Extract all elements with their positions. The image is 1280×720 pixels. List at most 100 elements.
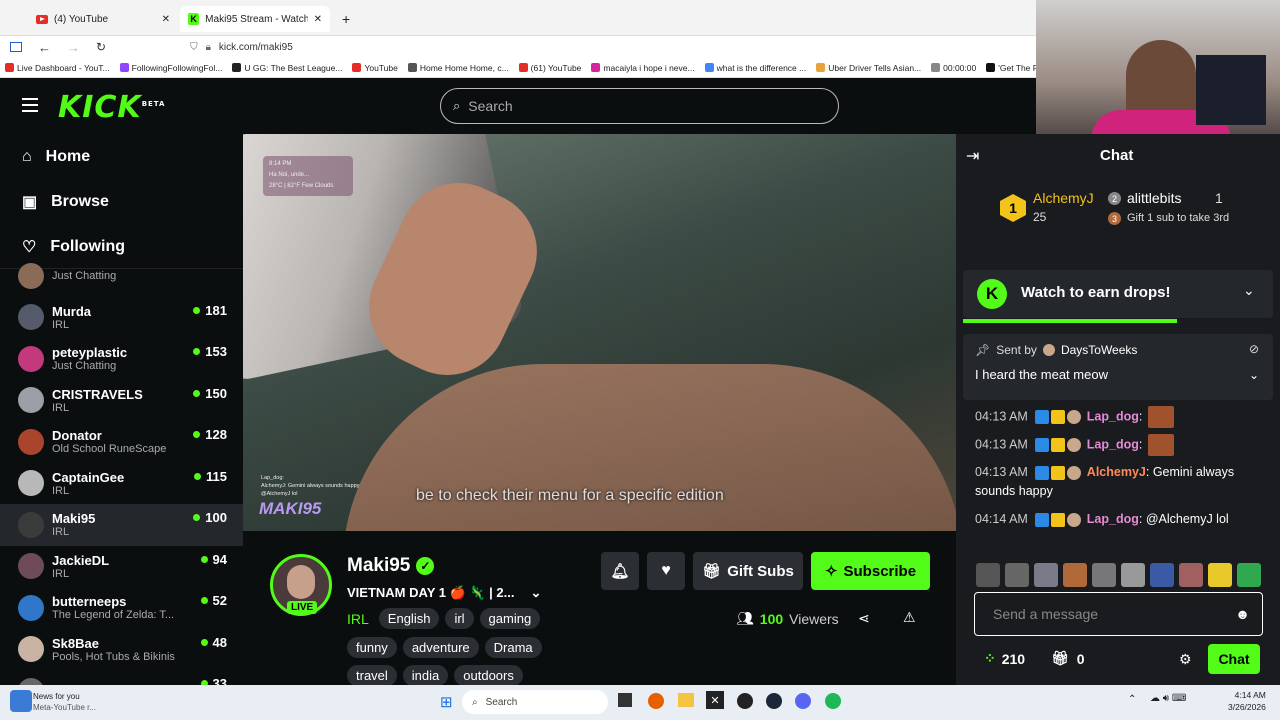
news-widget[interactable]: News for you Meta-YouTube r...: [33, 691, 96, 713]
emote-icon[interactable]: [1034, 563, 1058, 587]
windows-start-icon[interactable]: ⊞: [440, 693, 453, 711]
sidebar-channel[interactable]: Just Chatting: [0, 255, 243, 297]
chevron-down-icon[interactable]: ⌄: [1243, 282, 1255, 299]
notification-bell-button[interactable]: 🔔︎: [601, 552, 639, 590]
task-view-icon[interactable]: [618, 693, 632, 707]
spotify-icon[interactable]: [825, 693, 841, 709]
emote-icon[interactable]: [1005, 563, 1029, 587]
bookmark[interactable]: (61) YouTube: [514, 63, 587, 73]
bookmark[interactable]: Home Home Home, c...: [403, 63, 514, 73]
emote-icon[interactable]: [1150, 563, 1174, 587]
chat-message[interactable]: 04:13 AM Lap_dog:: [975, 406, 1265, 428]
streamer-name[interactable]: Maki95 ✓: [347, 555, 435, 577]
emote-icon[interactable]: [976, 563, 1000, 587]
tray-chevron-icon[interactable]: ⌃: [1128, 694, 1136, 705]
report-icon[interactable]: ⚠: [903, 609, 916, 626]
settings-icon[interactable]: ⚙: [1179, 651, 1192, 668]
message-user[interactable]: Lap_dog: [1087, 512, 1139, 526]
follow-button[interactable]: ♥: [647, 552, 685, 590]
sidebar-channel[interactable]: butterneeps The Legend of Zelda: T... 52: [0, 587, 243, 629]
sidebar-channel[interactable]: JackieDL IRL 94: [0, 546, 243, 588]
leader-1-name[interactable]: AlchemyJ: [1033, 190, 1094, 206]
reload-icon[interactable]: ↻: [96, 40, 106, 54]
forward-icon[interactable]: →: [67, 40, 80, 55]
channel-points[interactable]: ⁘ 210: [984, 650, 1025, 667]
message-user[interactable]: Lap_dog: [1087, 409, 1139, 423]
tag[interactable]: gaming: [479, 608, 541, 629]
emote-icon[interactable]: [1237, 563, 1261, 587]
back-icon[interactable]: ←: [38, 40, 51, 55]
nav-browse[interactable]: ▣ Browse: [0, 179, 243, 224]
sidebar-channel[interactable]: CaptainGee IRL 115: [0, 463, 243, 505]
drops-banner[interactable]: K Watch to earn drops! ⌄: [963, 270, 1273, 323]
bookmark[interactable]: 'Get The F--- Out Of M: [981, 63, 1036, 73]
chat-message[interactable]: 04:13 AM Lap_dog:: [975, 434, 1265, 456]
tag[interactable]: irl: [445, 608, 474, 629]
bookmark[interactable]: Uber Driver Tells Asian...: [811, 63, 926, 73]
bookmark[interactable]: macaiyla i hope i neve...: [586, 63, 699, 73]
tag[interactable]: Drama: [484, 637, 542, 658]
tag[interactable]: india: [402, 665, 449, 686]
bookmark[interactable]: Live Dashboard - YouT...: [0, 63, 115, 73]
video-player[interactable]: 8:14 PM Ha Noi, unde... 28°C | 82°F Few Cl…: [243, 134, 956, 531]
category-link[interactable]: IRL: [347, 611, 369, 627]
tag[interactable]: adventure: [402, 637, 479, 658]
tag[interactable]: funny: [347, 637, 397, 658]
chat-message-input[interactable]: Send a message ☻: [974, 592, 1263, 636]
kick-logo[interactable]: KICKBETA: [58, 90, 165, 125]
bookmark[interactable]: YouTube: [347, 63, 402, 73]
steam-icon[interactable]: [766, 693, 782, 709]
chevron-down-icon[interactable]: ⌄: [1249, 368, 1259, 382]
tab-youtube[interactable]: (4) YouTube ✕: [28, 6, 178, 32]
emoji-icon[interactable]: ☻: [1235, 606, 1250, 622]
chevron-down-icon[interactable]: ⌄: [531, 585, 542, 601]
capcut-icon[interactable]: ✕: [706, 691, 724, 709]
bookmark[interactable]: what is the difference ...: [700, 63, 812, 73]
sidebar-toggle-icon[interactable]: [10, 42, 22, 52]
bookmark[interactable]: U GG: The Best League...: [227, 63, 347, 73]
message-user[interactable]: Lap_dog: [1087, 437, 1139, 451]
emote-icon[interactable]: [1063, 563, 1087, 587]
sidebar-channel[interactable]: peteyplastic Just Chatting 153: [0, 338, 243, 380]
tray-icons[interactable]: ☁ 🔊︎ ⌨: [1150, 693, 1186, 704]
emote-icon[interactable]: [1092, 563, 1116, 587]
tab-kick[interactable]: K Maki95 Stream - Watch Liv ✕: [180, 6, 330, 32]
discord-icon[interactable]: [795, 693, 811, 709]
sidebar-channel[interactable]: CRISTRAVELS IRL 150: [0, 380, 243, 422]
firefox-icon[interactable]: [648, 693, 664, 709]
file-explorer-icon[interactable]: [678, 693, 694, 707]
taskbar-search[interactable]: ⌕ Search: [462, 690, 608, 714]
tag[interactable]: outdoors: [454, 665, 523, 686]
search-input[interactable]: ⌕ Search: [440, 88, 839, 124]
emote-icon[interactable]: [1179, 563, 1203, 587]
obs-icon[interactable]: [737, 693, 753, 709]
bookmark[interactable]: 00:00:00: [926, 63, 981, 73]
message-user[interactable]: AlchemyJ: [1087, 465, 1146, 479]
hide-icon[interactable]: ⊘: [1249, 342, 1259, 356]
collapse-chat-icon[interactable]: ⇥: [966, 146, 979, 166]
send-chat-button[interactable]: Chat: [1208, 644, 1260, 674]
sidebar-channel[interactable]: akibell 33: [0, 670, 243, 685]
tag[interactable]: travel: [347, 665, 397, 686]
nav-home[interactable]: ⌂ Home: [0, 134, 243, 179]
news-icon[interactable]: [10, 690, 32, 712]
tag[interactable]: English: [378, 608, 440, 629]
share-icon[interactable]: ⋖: [858, 610, 870, 627]
sidebar-channel[interactable]: Donator Old School RuneScape 128: [0, 421, 243, 463]
gift-subs-button[interactable]: 🎁︎ Gift Subs: [693, 552, 803, 590]
shield-icon[interactable]: ⛉: [190, 42, 198, 53]
url-field[interactable]: kick.com/maki95: [219, 42, 293, 53]
leader-2-name[interactable]: alittlebits: [1127, 190, 1181, 206]
bookmark[interactable]: FollowingFollowingFol...: [115, 63, 228, 73]
subscribe-button[interactable]: ✧ Subscribe: [811, 552, 930, 590]
gift-count[interactable]: 🎁︎ 0: [1051, 650, 1085, 667]
sidebar-channel[interactable]: Murda IRL 181: [0, 297, 243, 339]
chat-message[interactable]: 04:13 AM AlchemyJ: Gemini always sounds …: [975, 463, 1265, 501]
sidebar-channel[interactable]: Sk8Bae Pools, Hot Tubs & Bikinis 48: [0, 629, 243, 671]
new-tab-button[interactable]: +: [334, 6, 358, 32]
close-tab-icon[interactable]: ✕: [314, 14, 322, 25]
close-tab-icon[interactable]: ✕: [162, 14, 170, 25]
emote-icon[interactable]: [1121, 563, 1145, 587]
menu-icon[interactable]: [22, 98, 38, 112]
emote-icon[interactable]: [1208, 563, 1232, 587]
